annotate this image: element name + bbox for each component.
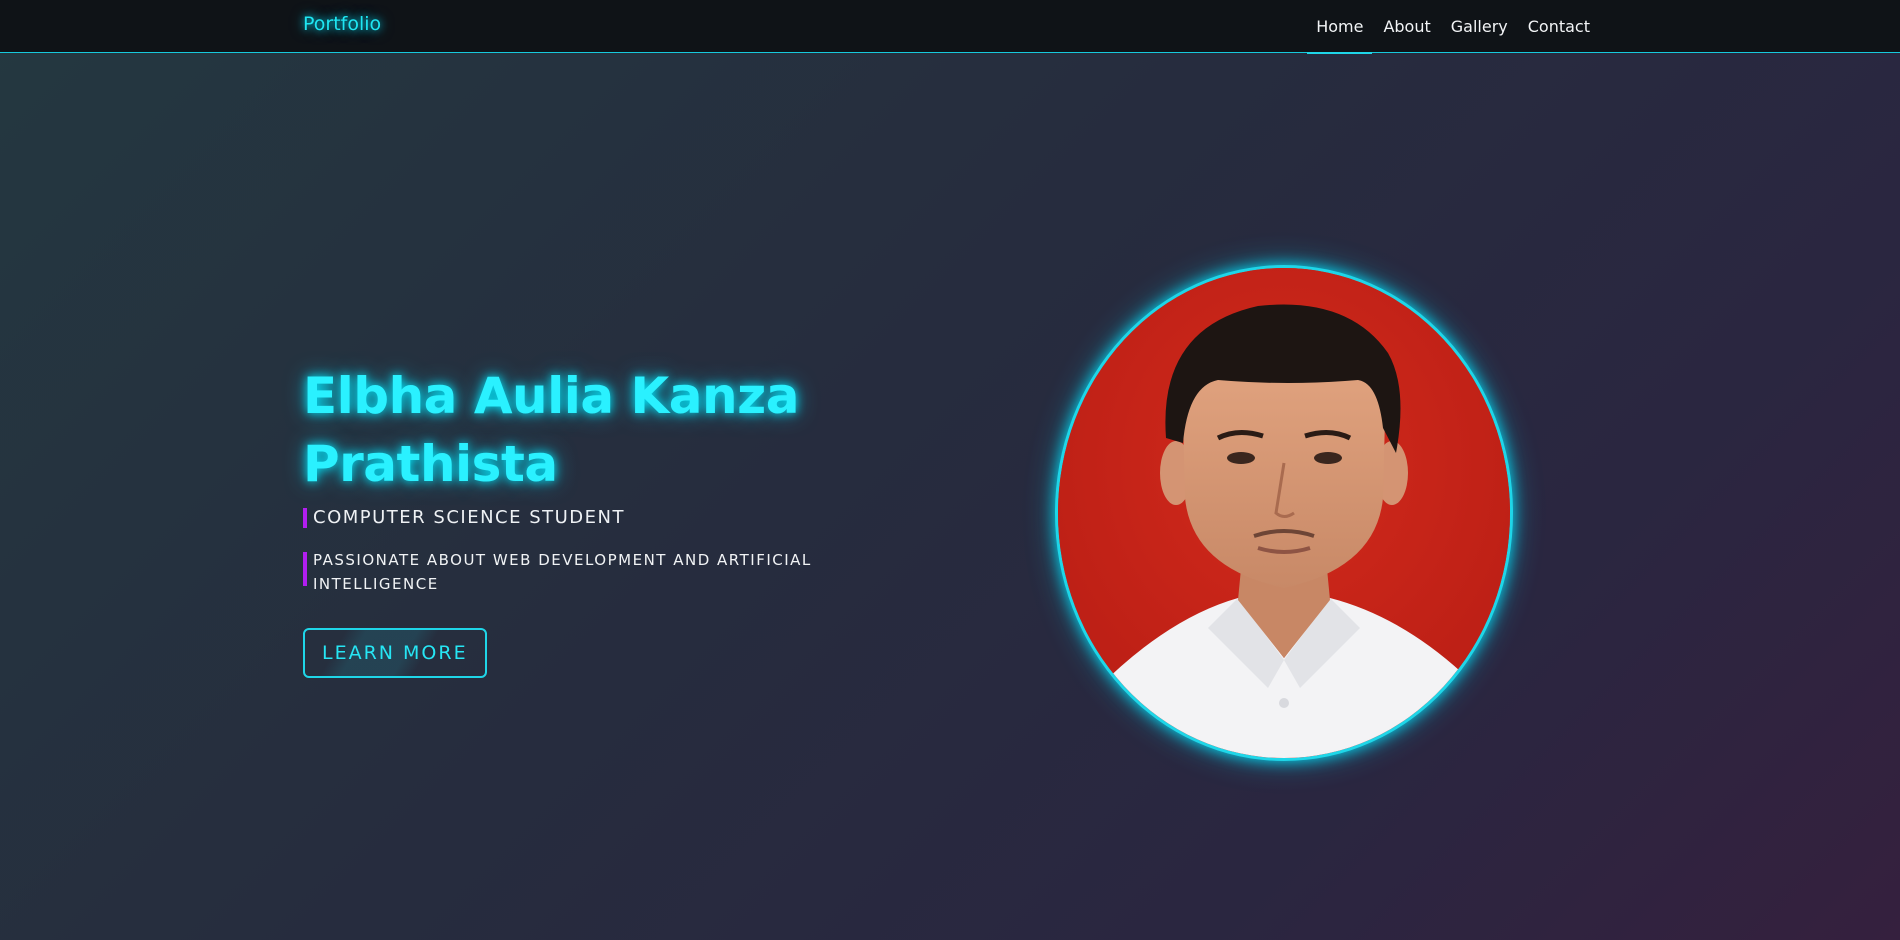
hero-role: COMPUTER SCIENCE STUDENT [303, 506, 863, 530]
nav-link-contact[interactable]: Contact [1526, 17, 1592, 36]
nav-link-about[interactable]: About [1381, 17, 1432, 36]
navbar: Portfolio Home About Gallery Contact [0, 0, 1900, 54]
hero-section: Elbha Aulia Kanza Prathista COMPUTER SCI… [303, 362, 863, 678]
profile-photo [1055, 265, 1513, 761]
nav-link-gallery[interactable]: Gallery [1449, 17, 1510, 36]
learn-more-button[interactable]: LEARN MORE [303, 628, 487, 678]
hero-tagline: PASSIONATE ABOUT WEB DEVELOPMENT AND ART… [303, 548, 833, 596]
hero-name: Elbha Aulia Kanza Prathista [303, 367, 799, 493]
brand-logo[interactable]: Portfolio [303, 13, 381, 35]
profile-photo-illustration [1058, 268, 1510, 758]
nav-links: Home About Gallery Contact [1307, 0, 1592, 54]
nav-link-home[interactable]: Home [1307, 17, 1373, 54]
